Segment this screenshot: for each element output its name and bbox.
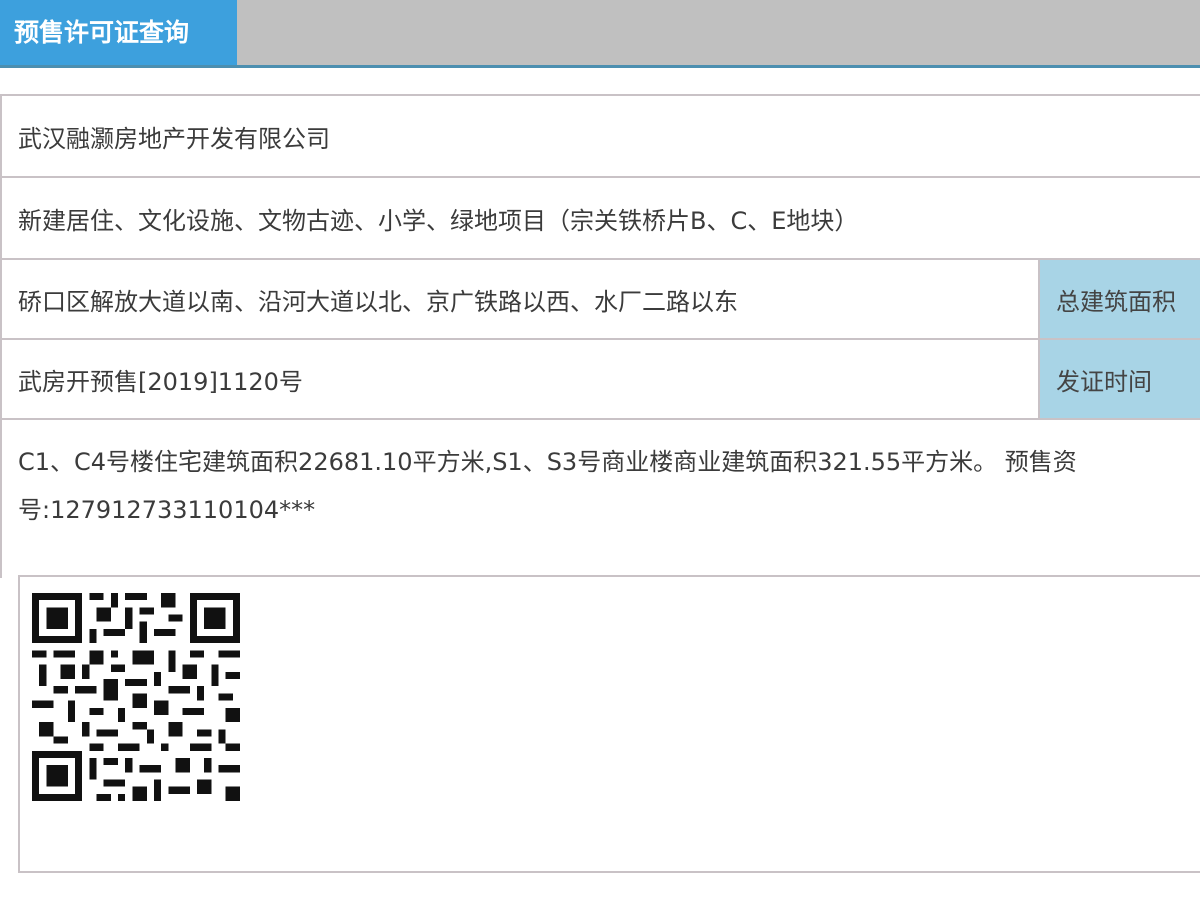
tab-bar: 预售许可证查询 <box>0 0 1200 68</box>
remarks-line-1: C1、C4号楼住宅建筑面积22681.10平方米,S1、S3号商业楼商业建筑面积… <box>18 448 1077 476</box>
row-company: 武汉融灏房地产开发有限公司 <box>0 94 1200 176</box>
project-name: 新建居住、文化设施、文物古迹、小学、绿地项目（宗关铁桥片B、C、E地块） <box>18 206 859 235</box>
remarks: C1、C4号楼住宅建筑面积22681.10平方米,S1、S3号商业楼商业建筑面积… <box>2 420 1200 534</box>
row-project: 新建居住、文化设施、文物古迹、小学、绿地项目（宗关铁桥片B、C、E地块） <box>0 176 1200 258</box>
project-location: 硚口区解放大道以南、沿河大道以北、京广铁路以西、水厂二路以东 <box>18 287 738 316</box>
row-location: 硚口区解放大道以南、沿河大道以北、京广铁路以西、水厂二路以东 总建筑面积 <box>0 258 1200 338</box>
issue-date-label: 发证时间 <box>1038 340 1200 418</box>
row-permit: 武房开预售[2019]1120号 发证时间 <box>0 338 1200 418</box>
company-name: 武汉融灏房地产开发有限公司 <box>18 124 330 153</box>
total-area-label: 总建筑面积 <box>1038 260 1200 338</box>
qr-code-icon[interactable] <box>32 593 240 801</box>
row-remarks: C1、C4号楼住宅建筑面积22681.10平方米,S1、S3号商业楼商业建筑面积… <box>0 418 1200 578</box>
remarks-line-2: 号:127912733110104*** <box>18 496 316 524</box>
tab-presale-permit-query[interactable]: 预售许可证查询 <box>0 0 237 65</box>
permit-number: 武房开预售[2019]1120号 <box>18 367 303 396</box>
qr-code-area <box>18 575 1200 873</box>
